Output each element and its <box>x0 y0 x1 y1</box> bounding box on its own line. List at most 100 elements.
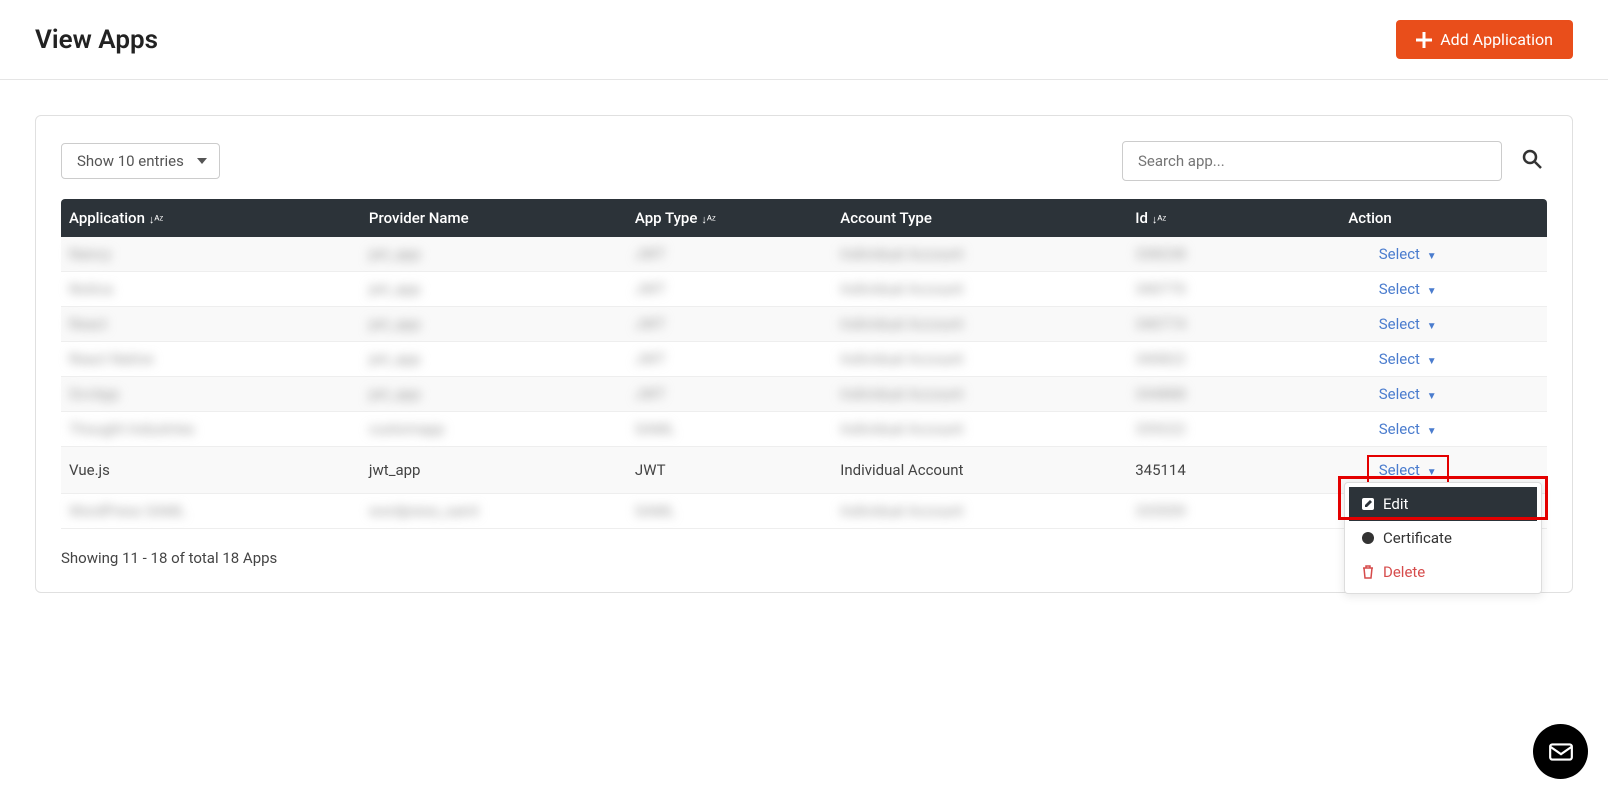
search-button[interactable] <box>1517 144 1547 178</box>
action-select-button[interactable]: Select ▼ <box>1379 245 1437 263</box>
table-row: Thought IndustriescustomappSAMLIndividua… <box>61 412 1547 447</box>
cell-action: Select ▼ <box>1268 307 1547 342</box>
apps-table: Application↓ᴬᶻ Provider Name App Type↓ᴬᶻ… <box>61 199 1547 529</box>
cell-accounttype: Individual Account <box>832 237 1127 272</box>
action-select-button[interactable]: Select ▼ <box>1379 315 1437 333</box>
cell-apptype: JWT <box>627 342 832 377</box>
caret-down-icon: ▼ <box>1427 426 1437 437</box>
cell-accounttype: Individual Account <box>832 272 1127 307</box>
col-action: Action <box>1268 199 1547 237</box>
cell-provider: jwt_app <box>361 447 627 494</box>
action-select-button[interactable]: Select ▼ <box>1379 350 1437 368</box>
cell-accounttype: Individual Account <box>832 377 1127 412</box>
table-row: Reactjwt_appJWTIndividual Account340774 S… <box>61 307 1547 342</box>
cell-apptype: JWT <box>627 237 832 272</box>
cell-provider: jwt_app <box>361 237 627 272</box>
table-row: Nancyjwt_appJWTIndividual Account338238 S… <box>61 237 1547 272</box>
cell-id: 340774 <box>1127 307 1268 342</box>
cell-provider: customapp <box>361 412 627 447</box>
table-row: Noticajwt_appJWTIndividual Account340770… <box>61 272 1547 307</box>
cell-application: Thought Industries <box>61 412 361 447</box>
caret-down-icon: ▼ <box>1427 286 1437 297</box>
col-provider[interactable]: Provider Name <box>361 199 627 237</box>
caret-down-icon: ▼ <box>1427 391 1437 402</box>
cell-id: 344888 <box>1127 377 1268 412</box>
cell-id: 338238 <box>1127 237 1268 272</box>
mail-icon <box>1548 739 1574 765</box>
dropdown-item-delete[interactable]: Delete <box>1349 555 1537 589</box>
cell-apptype: JWT <box>627 377 832 412</box>
cell-accounttype: Individual Account <box>832 307 1127 342</box>
cell-provider: jwt_app <box>361 272 627 307</box>
cell-id: 340822 <box>1127 342 1268 377</box>
search-group <box>1122 141 1547 181</box>
sort-icon: ↓ᴬᶻ <box>149 213 163 226</box>
cell-application: Vue.js <box>61 447 361 494</box>
cell-id: 335559 <box>1127 494 1268 529</box>
action-dropdown-menu: Edit Certificate Delete <box>1344 482 1542 594</box>
cell-action: Select ▼ <box>1268 412 1547 447</box>
cell-apptype: JWT <box>627 447 832 494</box>
chat-widget-button[interactable] <box>1533 724 1588 779</box>
cell-id: 339222 <box>1127 412 1268 447</box>
caret-down-icon: ▼ <box>1427 356 1437 367</box>
table-row: React Nativejwt_appJWTIndividual Account… <box>61 342 1547 377</box>
search-icon <box>1522 149 1542 169</box>
cell-action: Select ▼ <box>1268 377 1547 412</box>
cell-action: Select ▼ <box>1268 272 1547 307</box>
main-panel: Show 10 entries Application↓ᴬᶻ Provider … <box>35 115 1573 593</box>
table-row: Vue.jsjwt_appJWTIndividual Account345114… <box>61 447 1547 494</box>
action-select-button[interactable]: Select ▼ <box>1379 420 1437 438</box>
search-input[interactable] <box>1122 141 1502 181</box>
cell-action: Select ▼ <box>1268 237 1547 272</box>
cell-accounttype: Individual Account <box>832 342 1127 377</box>
caret-down-icon: ▼ <box>1427 321 1437 332</box>
cell-application: SvvApp <box>61 377 361 412</box>
cell-application: React Native <box>61 342 361 377</box>
plus-icon <box>1416 32 1432 48</box>
cell-provider: wordpress_saml <box>361 494 627 529</box>
edit-icon <box>1361 497 1375 511</box>
cell-accounttype: Individual Account <box>832 447 1127 494</box>
dropdown-item-certificate[interactable]: Certificate <box>1349 521 1537 555</box>
cell-action: Select ▼ <box>1268 342 1547 377</box>
cell-application: Nancy <box>61 237 361 272</box>
table-status: Showing 11 - 18 of total 18 Apps <box>61 549 1547 567</box>
col-accounttype[interactable]: Account Type <box>832 199 1127 237</box>
cell-application: React <box>61 307 361 342</box>
action-select-button[interactable]: Select ▼ <box>1367 455 1449 485</box>
cell-accounttype: Individual Account <box>832 412 1127 447</box>
col-apptype[interactable]: App Type↓ᴬᶻ <box>627 199 832 237</box>
cell-apptype: JWT <box>627 272 832 307</box>
cell-apptype: SAML <box>627 494 832 529</box>
dropdown-item-edit[interactable]: Edit <box>1349 487 1537 521</box>
cell-application: Notica <box>61 272 361 307</box>
page-header: View Apps Add Application <box>0 0 1608 80</box>
cell-id: 345114 <box>1127 447 1268 494</box>
page-title: View Apps <box>35 25 158 55</box>
table-row: WordPress SAMLwordpress_samlSAMLIndividu… <box>61 494 1547 529</box>
col-id[interactable]: Id↓ᴬᶻ <box>1127 199 1268 237</box>
certificate-icon <box>1361 531 1375 545</box>
table-controls: Show 10 entries <box>61 141 1547 181</box>
cell-apptype: SAML <box>627 412 832 447</box>
add-application-button[interactable]: Add Application <box>1396 20 1573 59</box>
caret-down-icon: ▼ <box>1427 467 1437 478</box>
col-application[interactable]: Application↓ᴬᶻ <box>61 199 361 237</box>
cell-provider: jwt_app <box>361 377 627 412</box>
action-select-button[interactable]: Select ▼ <box>1379 280 1437 298</box>
trash-icon <box>1361 565 1375 579</box>
entries-select[interactable]: Show 10 entries <box>61 143 220 179</box>
cell-apptype: JWT <box>627 307 832 342</box>
action-select-button[interactable]: Select ▼ <box>1379 385 1437 403</box>
sort-icon: ↓ᴬᶻ <box>701 213 715 226</box>
cell-provider: jwt_app <box>361 307 627 342</box>
cell-application: WordPress SAML <box>61 494 361 529</box>
add-application-label: Add Application <box>1440 30 1553 49</box>
cell-accounttype: Individual Account <box>832 494 1127 529</box>
cell-provider: jwt_app <box>361 342 627 377</box>
caret-down-icon: ▼ <box>1427 251 1437 262</box>
table-row: SvvAppjwt_appJWTIndividual Account344888… <box>61 377 1547 412</box>
sort-icon: ↓ᴬᶻ <box>1152 213 1166 226</box>
cell-id: 340770 <box>1127 272 1268 307</box>
